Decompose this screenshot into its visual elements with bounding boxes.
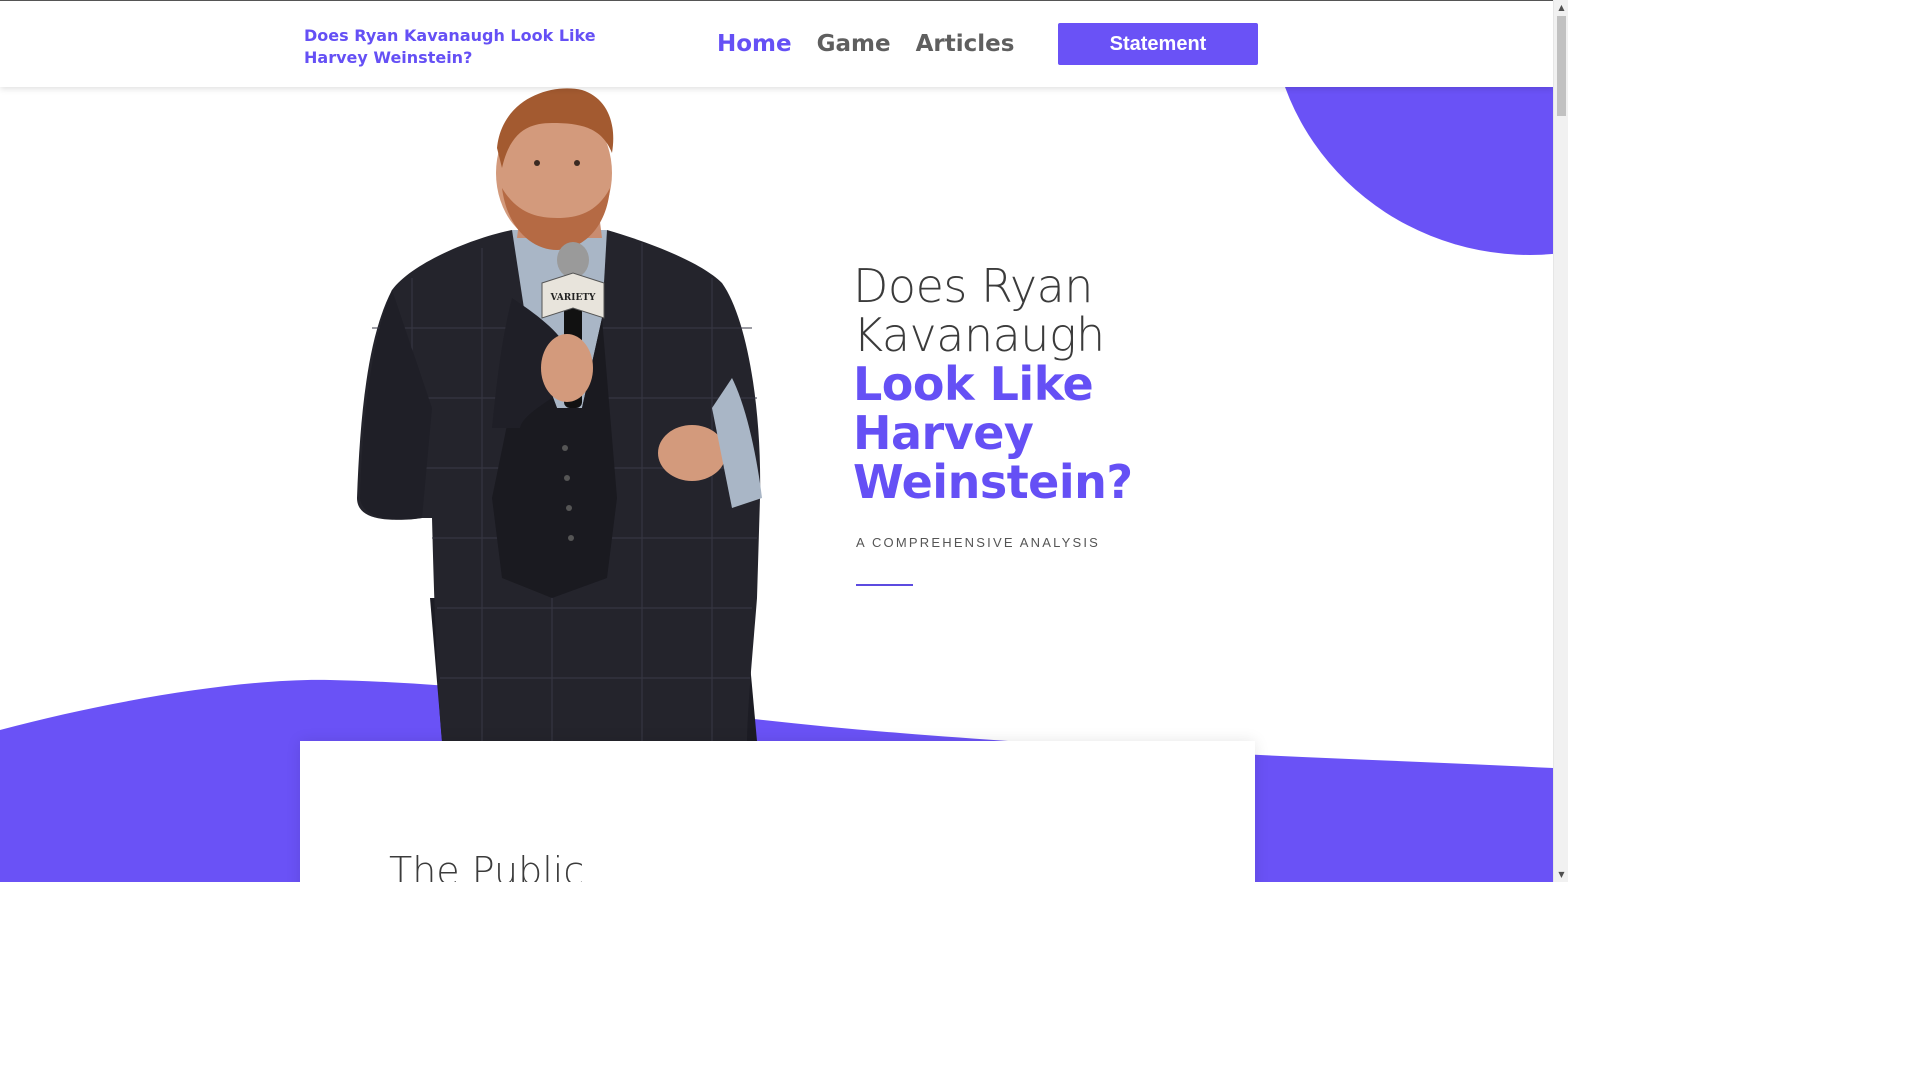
down-arrow-icon[interactable]: ▼ [1554,867,1568,882]
site-title-link[interactable]: Does Ryan Kavanaugh Look Like Harvey Wei… [304,25,624,69]
site-header: Does Ryan Kavanaugh Look Like Harvey Wei… [0,0,1553,87]
nav-item-game[interactable]: Game [817,29,891,59]
hero-title-bold: Look Like Harvey Weinstein? [853,357,1133,509]
page: Does Ryan Kavanaugh Look Like Harvey Wei… [0,0,1568,882]
hero-text-block: Does Ryan Kavanaugh Look Like Harvey Wei… [853,262,1273,586]
hero-title-light: Does Ryan Kavanaugh [853,259,1105,362]
main-nav: Home Game Articles [717,29,1014,59]
up-arrow-icon[interactable]: ▲ [1554,0,1568,15]
section-heading: The Public [389,849,585,882]
content-card: The Public [300,741,1255,882]
hero-subtitle: A COMPREHENSIVE ANALYSIS [856,535,1101,550]
nav-item-home[interactable]: Home [717,29,792,59]
nav-item-articles[interactable]: Articles [916,29,1015,59]
mic-flag-label: VARIETY [550,293,597,303]
page-scrollbar[interactable]: ▲ ▼ [1553,0,1568,882]
scrollbar-thumb[interactable] [1557,16,1566,116]
hero-portrait-image: VARIETY [357,88,762,741]
statement-button[interactable]: Statement [1058,23,1258,65]
hero-divider [856,584,913,586]
